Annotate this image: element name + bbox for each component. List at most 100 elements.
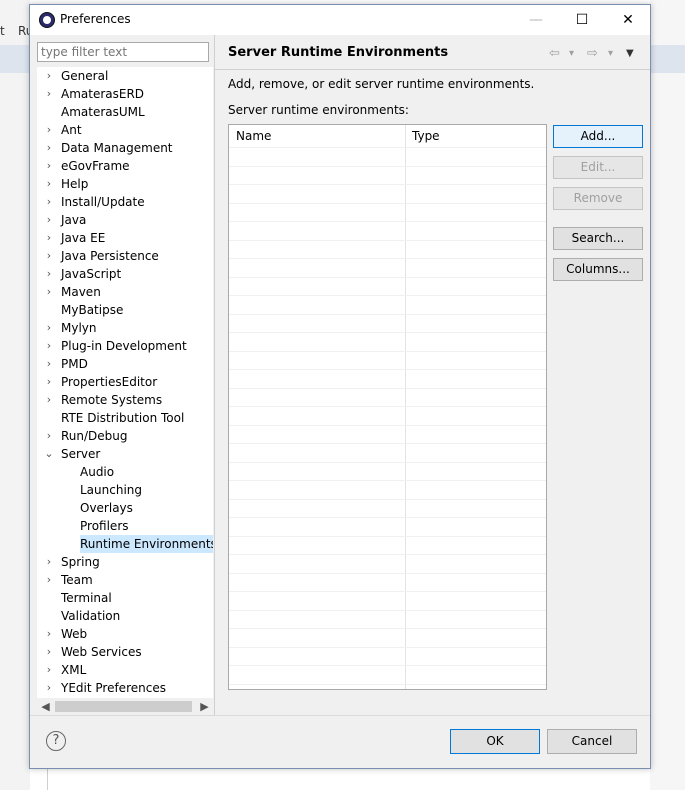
columns-button[interactable]: Columns... [553,258,643,281]
close-button[interactable]: ✕ [605,5,651,35]
tree-item[interactable]: › PMD [47,355,88,373]
chevron-right-icon[interactable]: › [43,373,55,391]
tree-item[interactable]: › Web Services [47,643,142,661]
tree-item[interactable]: › Web [47,625,87,643]
chevron-right-icon[interactable]: › [43,661,55,679]
tree-item[interactable]: AmaterasUML [61,103,145,121]
tree-item[interactable]: Validation [61,607,120,625]
chevron-right-icon[interactable]: › [43,229,55,247]
chevron-down-icon[interactable]: ⌄ [43,445,55,463]
chevron-right-icon[interactable]: › [43,121,55,139]
chevron-right-icon[interactable]: › [43,175,55,193]
table-row-line [229,369,546,370]
runtime-list-label: Server runtime environments: [228,103,409,117]
background-toolbar [0,45,30,73]
back-dropdown-icon[interactable]: ▾ [569,48,574,59]
tree-item[interactable]: MyBatipse [61,301,123,319]
chevron-right-icon[interactable]: › [43,427,55,445]
chevron-right-icon[interactable]: › [43,85,55,103]
tree-item[interactable]: › Spring [47,553,100,571]
scroll-thumb[interactable] [55,701,192,712]
minimize-button[interactable]: — [513,5,559,35]
chevron-right-icon[interactable]: › [43,265,55,283]
scroll-right-icon[interactable]: ▶ [196,698,213,715]
chevron-right-icon[interactable]: › [43,391,55,409]
column-header-type[interactable]: Type [405,125,440,147]
tree-item[interactable]: › Java Persistence [47,247,159,265]
runtime-table[interactable]: Name Type [228,124,547,690]
tree-child-item[interactable]: Audio [80,463,114,481]
tree-item-label: JavaScript [61,267,122,281]
tree-item[interactable]: › YEdit Preferences [47,679,166,697]
tree-item-label: Install/Update [61,195,145,209]
tree-item[interactable]: ⌄ Server [44,445,100,463]
chevron-right-icon[interactable]: › [43,553,55,571]
tree-item[interactable]: › Team [47,571,93,589]
tree-item[interactable]: › Data Management [47,139,173,157]
chevron-right-icon[interactable]: › [43,571,55,589]
tree-horizontal-scrollbar[interactable]: ◀ ▶ [37,698,213,715]
tree-child-item[interactable]: Overlays [80,499,133,517]
chevron-right-icon[interactable]: › [43,247,55,265]
chevron-right-icon[interactable]: › [43,283,55,301]
tree-item[interactable]: › General [47,67,109,85]
tree-item[interactable]: › Java [47,211,87,229]
tree-item-label: Help [61,177,89,191]
tree-item-label: Spring [61,555,100,569]
tree-item[interactable]: › JavaScript [47,265,122,283]
chevron-right-icon[interactable]: › [43,643,55,661]
background-window-right [650,0,685,790]
chevron-right-icon[interactable]: › [43,679,55,697]
tree-child-item[interactable]: Profilers [80,517,129,535]
tree-item[interactable]: Terminal [61,589,112,607]
help-icon[interactable]: ? [46,731,66,751]
tree-child-item[interactable]: Launching [80,481,142,499]
tree-item[interactable]: RTE Distribution Tool [61,409,184,427]
tree-item[interactable]: › Run/Debug [47,427,128,445]
tree-item-label: YEdit Preferences [61,681,166,695]
chevron-right-icon[interactable]: › [43,157,55,175]
column-header-name[interactable]: Name [229,125,271,147]
chevron-right-icon[interactable]: › [43,319,55,337]
tree-item[interactable]: › Install/Update [47,193,145,211]
forward-arrow-icon[interactable]: ⇨ [587,46,598,61]
chevron-right-icon[interactable]: › [43,355,55,373]
chevron-right-icon[interactable]: › [43,625,55,643]
filter-input[interactable] [37,42,209,62]
add-button[interactable]: Add... [553,125,643,148]
cancel-button[interactable]: Cancel [547,729,637,754]
tree-item[interactable]: › Plug-in Development [47,337,187,355]
tree-item[interactable]: › PropertiesEditor [47,373,157,391]
tree-item[interactable]: › Ant [47,121,82,139]
search-button[interactable]: Search... [553,227,643,250]
tree-item[interactable]: › Help [47,175,89,193]
chevron-right-icon[interactable]: › [43,337,55,355]
back-arrow-icon[interactable]: ⇦ [549,46,560,61]
tree-item[interactable]: › Maven [47,283,101,301]
view-menu-icon[interactable]: ▼ [626,48,634,59]
tree-child-item[interactable]: Runtime Environments [80,535,213,553]
tree-item[interactable]: › Remote Systems [47,391,162,409]
preference-tree[interactable]: › General › AmaterasERD AmaterasUML › Ant › Data… [37,67,213,701]
edit-button[interactable]: Edit... [553,156,643,179]
chevron-right-icon[interactable]: › [43,67,55,85]
chevron-right-icon[interactable]: › [43,193,55,211]
chevron-right-icon[interactable]: › [43,211,55,229]
tree-item-label: Data Management [61,141,173,155]
table-row-line [229,240,546,241]
forward-dropdown-icon[interactable]: ▾ [608,48,613,59]
tree-item[interactable]: › Mylyn [47,319,97,337]
chevron-right-icon[interactable]: › [43,139,55,157]
tree-item[interactable]: › AmaterasERD [47,85,144,103]
remove-button[interactable]: Remove [553,187,643,210]
tree-item-label: XML [61,663,87,677]
tree-item-label: PMD [61,357,88,371]
page-header: Server Runtime Environments ⇦ ▾ ⇨ ▾ ▼ [215,35,650,69]
ok-button[interactable]: OK [450,729,540,754]
scroll-left-icon[interactable]: ◀ [37,698,54,715]
maximize-button[interactable]: ☐ [559,5,605,35]
tree-item[interactable]: › eGovFrame [47,157,130,175]
tree-item-label: Runtime Environments [80,537,213,551]
tree-item[interactable]: › Java EE [47,229,106,247]
tree-item[interactable]: › XML [47,661,87,679]
